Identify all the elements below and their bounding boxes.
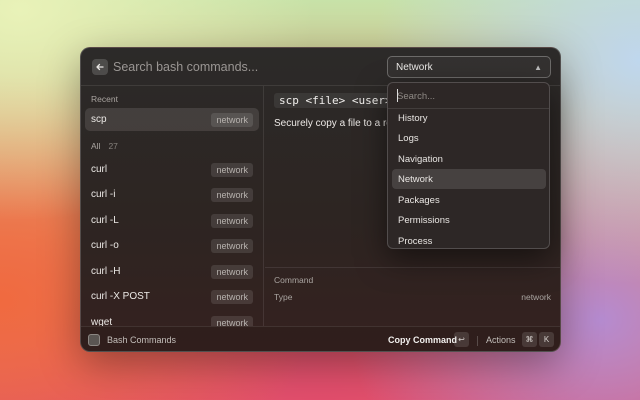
chevron-up-icon: ▲: [534, 62, 542, 72]
k-key-hint: K: [539, 332, 554, 347]
list-item-name: wget: [91, 317, 113, 326]
extension-icon: [88, 334, 100, 346]
list-item[interactable]: curl -L network: [85, 209, 259, 232]
list-item[interactable]: curl -i network: [85, 183, 259, 206]
category-tag: network: [211, 187, 253, 202]
list-item[interactable]: curl -X POST network: [85, 285, 259, 308]
dropdown-option-history[interactable]: History: [392, 108, 546, 128]
dropdown-option-permissions[interactable]: Permissions: [392, 210, 546, 230]
copy-command-button[interactable]: Copy Command: [388, 335, 457, 345]
metadata-label-type: Type: [274, 292, 293, 302]
category-tag: network: [211, 238, 253, 253]
list-item-name: curl -o: [91, 240, 119, 251]
dropdown-option-process[interactable]: Process: [392, 231, 546, 248]
actions-button[interactable]: Actions: [486, 335, 516, 345]
category-tag: network: [211, 289, 253, 304]
list-item[interactable]: curl -H network: [85, 260, 259, 283]
dropdown-search-input[interactable]: [397, 89, 537, 103]
all-count: 27: [108, 141, 118, 151]
category-dropdown-menu: History Logs Navigation Network Packages…: [387, 82, 550, 249]
list-item-name: curl -L: [91, 215, 119, 226]
search-bar: Network ▲: [81, 48, 560, 86]
metadata-label-command: Command: [274, 275, 314, 285]
list-item-name: curl -i: [91, 189, 116, 200]
metadata-divider: [265, 267, 560, 268]
list-item-name: curl -H: [91, 266, 121, 277]
search-input[interactable]: [113, 57, 373, 77]
command-key-hint: ⌘: [522, 332, 537, 347]
command-list: Recent scp network All 27 curl network cu…: [81, 86, 264, 326]
category-tag: network: [211, 112, 253, 127]
dropdown-option-network[interactable]: Network: [392, 169, 546, 189]
dropdown-option-logs[interactable]: Logs: [392, 128, 546, 148]
command-description: Securely copy a file to a re: [274, 118, 392, 129]
extension-name: Bash Commands: [107, 335, 177, 345]
recent-section-label: Recent: [91, 94, 118, 104]
list-item-name: curl: [91, 164, 108, 175]
command-code: scp <file> <user>: [274, 93, 397, 108]
category-tag: network: [211, 315, 253, 326]
list-item-name: curl -X POST: [91, 291, 150, 302]
category-tag: network: [211, 213, 253, 228]
dropdown-option-navigation[interactable]: Navigation: [392, 149, 546, 169]
list-item-name: scp: [91, 114, 107, 125]
list-item[interactable]: curl -o network: [85, 234, 259, 257]
list-item[interactable]: scp network: [85, 108, 259, 131]
metadata-value-type: network: [521, 292, 551, 302]
dropdown-search: [388, 83, 549, 109]
text-caret: [397, 89, 398, 102]
all-section-label: All 27: [91, 141, 118, 151]
category-filter-dropdown[interactable]: Network ▲: [387, 56, 551, 78]
list-item[interactable]: wget network: [85, 311, 259, 326]
action-bar: Bash Commands Copy Command ↩ Actions ⌘ K: [81, 326, 560, 351]
category-tag: network: [211, 162, 253, 177]
back-button[interactable]: [92, 59, 108, 75]
category-filter-value: Network: [396, 61, 433, 73]
list-item[interactable]: curl network: [85, 158, 259, 181]
arrow-left-icon: [96, 63, 104, 71]
dropdown-option-packages[interactable]: Packages: [392, 190, 546, 210]
category-tag: network: [211, 264, 253, 279]
action-divider: [477, 336, 478, 346]
return-key-hint: ↩: [454, 332, 469, 347]
